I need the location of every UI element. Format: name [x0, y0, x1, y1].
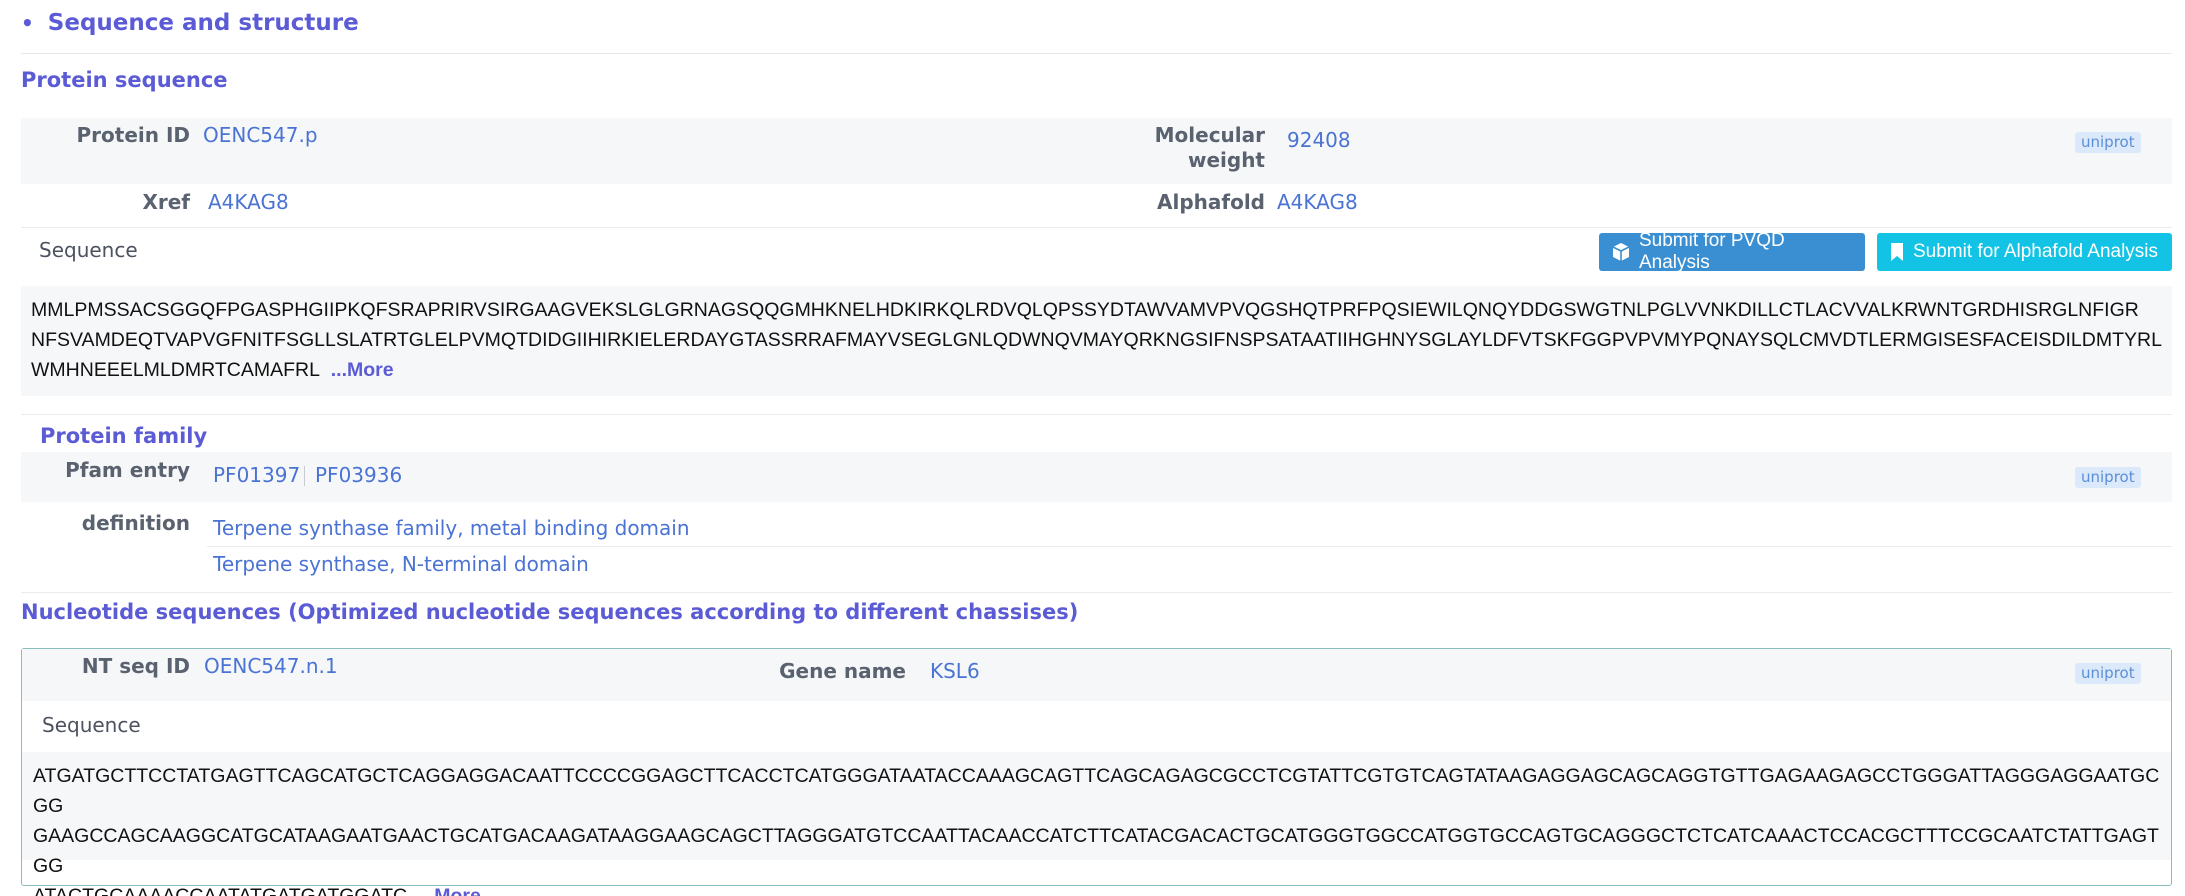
nt-sequence-line-3: ATACTGCAAAACCAATATGATGATGGATC ...More: [33, 881, 2169, 896]
submit-pvqd-label: Submit for PVQD Analysis: [1639, 230, 1785, 273]
submit-alphafold-button[interactable]: Submit for Alphafold Analysis: [1877, 233, 2172, 271]
nt-sequence-text: ATGATGCTTCCTATGAGTTCAGCATGCTCAGGAGGACAAT…: [33, 761, 2169, 896]
nt-seq-id-link[interactable]: OENC547.n.1: [204, 654, 338, 679]
protein-sequence-line-1: MMLPMSSACSGGQFPGASPHGIIPKQFSRAPRIRVSIRGA…: [31, 299, 2139, 321]
xref-label: Xref: [142, 190, 190, 214]
protein-sequence-more-link[interactable]: ...More: [331, 359, 394, 381]
section-title: • Sequence and structure: [21, 10, 359, 36]
gene-name-label: Gene name: [779, 659, 906, 683]
protein-sequence-title: Protein sequence: [21, 68, 228, 92]
xref-link[interactable]: A4KAG8: [208, 190, 289, 215]
definition-label: definition: [81, 511, 190, 535]
alphafold-link[interactable]: A4KAG8: [1277, 190, 1358, 215]
molecular-weight-label: Molecular weight: [1100, 123, 1265, 173]
section-divider-family: [21, 414, 2172, 415]
nt-sequence-line-2: GAAGCCAGCAAGGCATGCATAAGAATGAACTGCATGACAA…: [33, 825, 2159, 877]
nt-sequence-label: Sequence: [42, 713, 141, 737]
protein-sequence-line-3-text: WMHNEEELMLDMRTCAMAFRL: [31, 359, 320, 381]
section-bullet: •: [21, 11, 34, 35]
nt-sequence-line-1: ATGATGCTTCCTATGAGTTCAGCATGCTCAGGAGGACAAT…: [33, 765, 2160, 817]
uniprot-source-badge: uniprot: [2075, 132, 2141, 153]
protein-sequence-line-2: NFSVAMDEQTVAPVGFNITFSGLLSLATRTGLELPVMQTD…: [31, 329, 2162, 351]
section-divider-nucleotide: [21, 592, 2172, 593]
protein-sequence-text: MMLPMSSACSGGQFPGASPHGIIPKQFSRAPRIRVSIRGA…: [31, 295, 2171, 385]
pfam-entry-link-1[interactable]: PF01397: [213, 463, 300, 488]
molecular-weight-label-line1: Molecular: [1154, 123, 1265, 147]
nt-seq-row: [22, 649, 2171, 701]
section-divider: [21, 53, 2172, 54]
nt-sequence-more-link[interactable]: ...More: [418, 885, 481, 896]
submit-alphafold-label: Submit for Alphafold Analysis: [1913, 241, 2159, 262]
definition-link-2[interactable]: Terpene synthase, N-terminal domain: [213, 552, 589, 577]
protein-sequence-line-3: WMHNEEELMLDMRTCAMAFRL ...More: [31, 355, 2171, 385]
nucleotide-title: Nucleotide sequences (Optimized nucleoti…: [21, 600, 1079, 624]
nt-seq-id-label: NT seq ID: [81, 654, 190, 678]
molecular-weight-label-line2: weight: [1187, 148, 1265, 172]
section-title-text: Sequence and structure: [47, 10, 359, 36]
bookmark-icon: [1891, 243, 1903, 261]
protein-id-row: [21, 118, 2172, 184]
row-divider: [21, 227, 2172, 228]
protein-id-label: Protein ID: [76, 123, 191, 147]
pfam-entry-label: Pfam entry: [65, 458, 190, 482]
cube-icon: [1612, 243, 1630, 261]
nt-sequence-line-3-text: ATACTGCAAAACCAATATGATGATGGATC: [33, 885, 408, 896]
uniprot-source-badge: uniprot: [2075, 663, 2141, 684]
alphafold-label: Alphafold: [1157, 190, 1265, 214]
definition-divider: [207, 546, 2172, 547]
protein-sequence-label: Sequence: [39, 238, 138, 262]
pfam-entry-link-2[interactable]: PF03936: [315, 463, 402, 488]
submit-pvqd-button[interactable]: Submit for PVQD Analysis: [1599, 230, 1865, 273]
pfam-separator: [304, 466, 305, 486]
definition-link-1[interactable]: Terpene synthase family, metal binding d…: [213, 516, 690, 541]
protein-family-title: Protein family: [40, 424, 208, 448]
uniprot-source-badge: uniprot: [2075, 467, 2141, 488]
molecular-weight-value[interactable]: 92408: [1287, 128, 1351, 153]
gene-name-value[interactable]: KSL6: [930, 659, 980, 684]
protein-id-link[interactable]: OENC547.p: [203, 123, 318, 148]
